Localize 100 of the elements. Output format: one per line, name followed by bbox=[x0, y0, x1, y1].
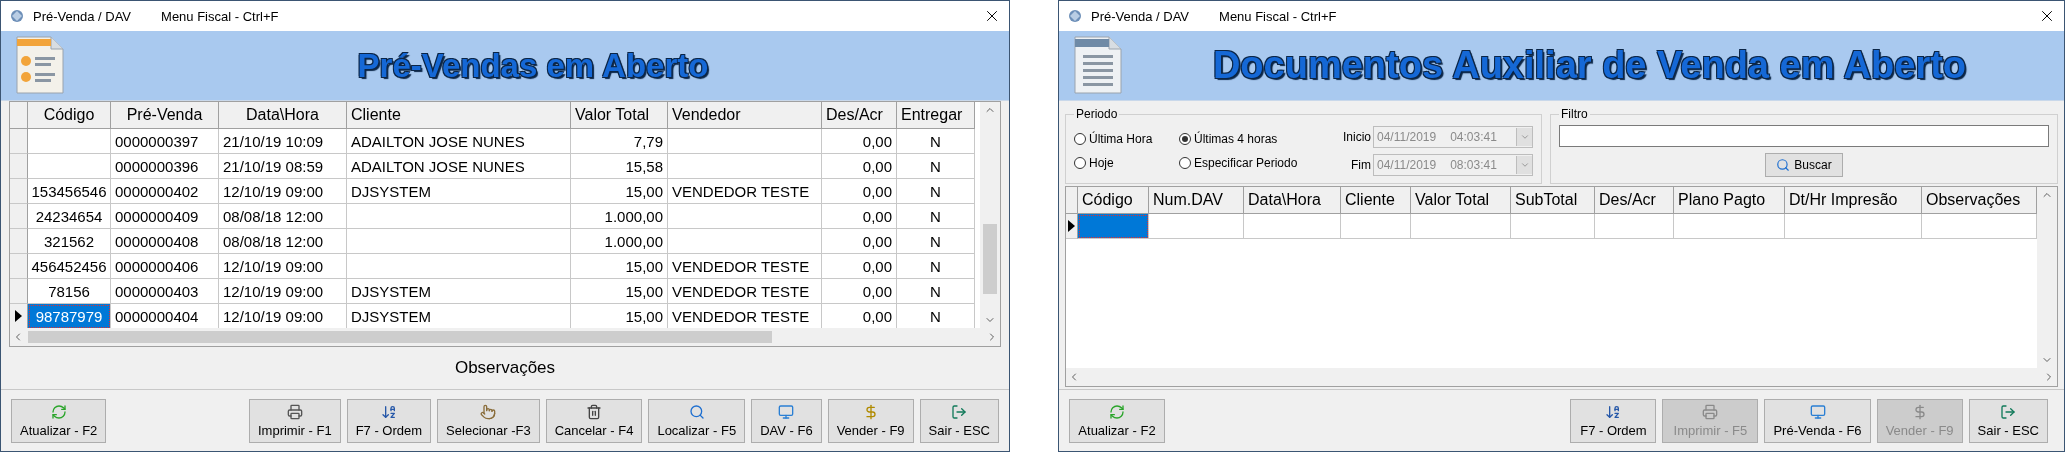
column-header[interactable]: Código bbox=[1078, 187, 1149, 214]
table-cell: 321562 bbox=[28, 229, 111, 254]
row-header-cell[interactable] bbox=[10, 304, 28, 329]
column-header[interactable]: Plano Pagto bbox=[1674, 187, 1785, 214]
menu-item[interactable]: Menu Fiscal - Ctrl+F bbox=[1219, 8, 1337, 24]
radio-button[interactable]: Últimas 4 horas bbox=[1179, 132, 1329, 146]
column-header[interactable]: Cliente bbox=[347, 102, 571, 129]
column-header[interactable]: Observações bbox=[1922, 187, 2037, 214]
table-cell: N bbox=[897, 204, 975, 229]
radio-button[interactable]: Hoje bbox=[1074, 156, 1179, 170]
toolbar-button[interactable]: Cancelar - F4 bbox=[545, 398, 643, 443]
menu-item[interactable]: Menu Fiscal - Ctrl+F bbox=[161, 8, 279, 24]
column-header[interactable]: Vendedor bbox=[668, 102, 822, 129]
date-label: Fim bbox=[1350, 158, 1371, 172]
column-header[interactable]: Entregar bbox=[897, 102, 975, 129]
exit-icon bbox=[2000, 403, 2017, 420]
toolbar-button[interactable]: F7 - Ordem bbox=[346, 398, 432, 443]
row-indicator-icon bbox=[15, 310, 22, 322]
printer-icon bbox=[1702, 403, 1719, 420]
toolbar-button[interactable]: Atualizar - F2 bbox=[1069, 398, 1165, 443]
table-cell: DJSYSTEM bbox=[347, 179, 571, 204]
toolbar-button[interactable]: Sair - ESC bbox=[919, 398, 999, 443]
table-cell: 08/08/18 12:00 bbox=[219, 204, 347, 229]
table-cell: VENDEDOR TESTE bbox=[668, 279, 822, 304]
radio-button[interactable]: Especificar Periodo bbox=[1179, 156, 1329, 170]
column-header[interactable]: Código bbox=[28, 102, 111, 129]
column-header[interactable]: Valor Total bbox=[571, 102, 668, 129]
row-header-cell[interactable] bbox=[10, 254, 28, 279]
table-cell: 15,00 bbox=[571, 254, 668, 279]
table-cell: 08/08/18 12:00 bbox=[219, 229, 347, 254]
page-heading: Pré-Vendas em Aberto bbox=[356, 46, 710, 85]
search-icon bbox=[1776, 158, 1791, 172]
exit-icon bbox=[951, 403, 968, 420]
toolbar-button[interactable]: DAV - F6 bbox=[751, 398, 822, 443]
refresh-icon bbox=[1109, 403, 1125, 420]
column-header[interactable]: Dt/Hr Impresão bbox=[1785, 187, 1922, 214]
vertical-scrollbar[interactable] bbox=[2037, 187, 2057, 368]
toolbar-button[interactable]: Sair - ESC bbox=[1968, 398, 2048, 443]
table-cell: VENDEDOR TESTE bbox=[668, 179, 822, 204]
column-header[interactable]: Des/Acr bbox=[1595, 187, 1674, 214]
table-cell: 0,00 bbox=[822, 129, 897, 154]
column-header[interactable]: SubTotal bbox=[1511, 187, 1595, 214]
toolbar-button[interactable]: Selecionar -F3 bbox=[437, 398, 540, 443]
column-header[interactable]: Num.DAV bbox=[1149, 187, 1244, 214]
table-cell: 21/10/19 08:59 bbox=[219, 154, 347, 179]
row-header-cell[interactable] bbox=[10, 229, 28, 254]
column-header[interactable]: Valor Total bbox=[1411, 187, 1511, 214]
column-header[interactable]: Cliente bbox=[1341, 187, 1411, 214]
toolbar-button[interactable]: Atualizar - F2 bbox=[11, 398, 107, 443]
table-cell: 0000000409 bbox=[111, 204, 219, 229]
row-header-cell[interactable] bbox=[10, 154, 28, 179]
toolbar-button[interactable]: F7 - Ordem bbox=[1570, 398, 1657, 443]
table-cell: 24234654 bbox=[28, 204, 111, 229]
table-cell: 15,00 bbox=[571, 179, 668, 204]
filter-field[interactable] bbox=[1559, 125, 2049, 147]
scrollbar-thumb[interactable] bbox=[983, 224, 997, 294]
radio-button[interactable]: Última Hora bbox=[1074, 132, 1179, 146]
column-header[interactable]: Des/Acr bbox=[822, 102, 897, 129]
table-cell: N bbox=[897, 179, 975, 204]
toolbar-button[interactable]: Pré-Venda - F6 bbox=[1764, 398, 1871, 443]
row-header-cell[interactable] bbox=[1066, 214, 1078, 239]
search-button[interactable]: Buscar bbox=[1765, 153, 1843, 177]
toolbar-button[interactable]: Localizar - F5 bbox=[648, 398, 746, 443]
row-header-cell[interactable] bbox=[10, 204, 28, 229]
observations-label: Observações bbox=[454, 358, 556, 378]
table-cell: 98787979 bbox=[28, 304, 111, 329]
table-cell: 0000000402 bbox=[111, 179, 219, 204]
table-cell: ADAILTON JOSE NUNES bbox=[347, 154, 571, 179]
table-cell: 1.000,00 bbox=[571, 229, 668, 254]
vertical-scrollbar[interactable] bbox=[980, 102, 1000, 328]
group-label: Filtro bbox=[1560, 107, 1589, 121]
column-header[interactable]: Pré-Venda bbox=[111, 102, 219, 129]
monitor-icon bbox=[778, 403, 795, 420]
table-cell: DJSYSTEM bbox=[347, 279, 571, 304]
table-cell: VENDEDOR TESTE bbox=[668, 254, 822, 279]
sort-icon bbox=[380, 403, 397, 420]
table-cell: 12/10/19 09:00 bbox=[219, 179, 347, 204]
hand-pointer-icon bbox=[480, 403, 497, 420]
printer-icon bbox=[286, 403, 303, 420]
search-icon bbox=[688, 403, 705, 420]
table-cell: 21/10/19 10:09 bbox=[219, 129, 347, 154]
table-cell: ADAILTON JOSE NUNES bbox=[347, 129, 571, 154]
table-cell: 7,79 bbox=[571, 129, 668, 154]
horizontal-scrollbar[interactable] bbox=[10, 328, 1000, 346]
toolbar-button[interactable]: Imprimir - F1 bbox=[248, 398, 341, 443]
row-header-cell[interactable] bbox=[10, 179, 28, 204]
table-cell: 0,00 bbox=[822, 229, 897, 254]
app-icon bbox=[1067, 8, 1083, 24]
scrollbar-thumb[interactable] bbox=[28, 331, 773, 343]
row-header-cell[interactable] bbox=[10, 129, 28, 154]
horizontal-scrollbar[interactable] bbox=[1066, 368, 2057, 386]
table-cell: 456452456 bbox=[28, 254, 111, 279]
table-cell: 15,58 bbox=[571, 154, 668, 179]
column-header[interactable]: Data\Hora bbox=[1244, 187, 1341, 214]
column-header[interactable]: Data\Hora bbox=[219, 102, 347, 129]
row-header-cell[interactable] bbox=[10, 279, 28, 304]
table-cell: 0000000408 bbox=[111, 229, 219, 254]
toolbar-button[interactable]: Vender - F9 bbox=[827, 398, 914, 443]
table-cell: 12/10/19 09:00 bbox=[219, 254, 347, 279]
table-cell: 0,00 bbox=[822, 154, 897, 179]
